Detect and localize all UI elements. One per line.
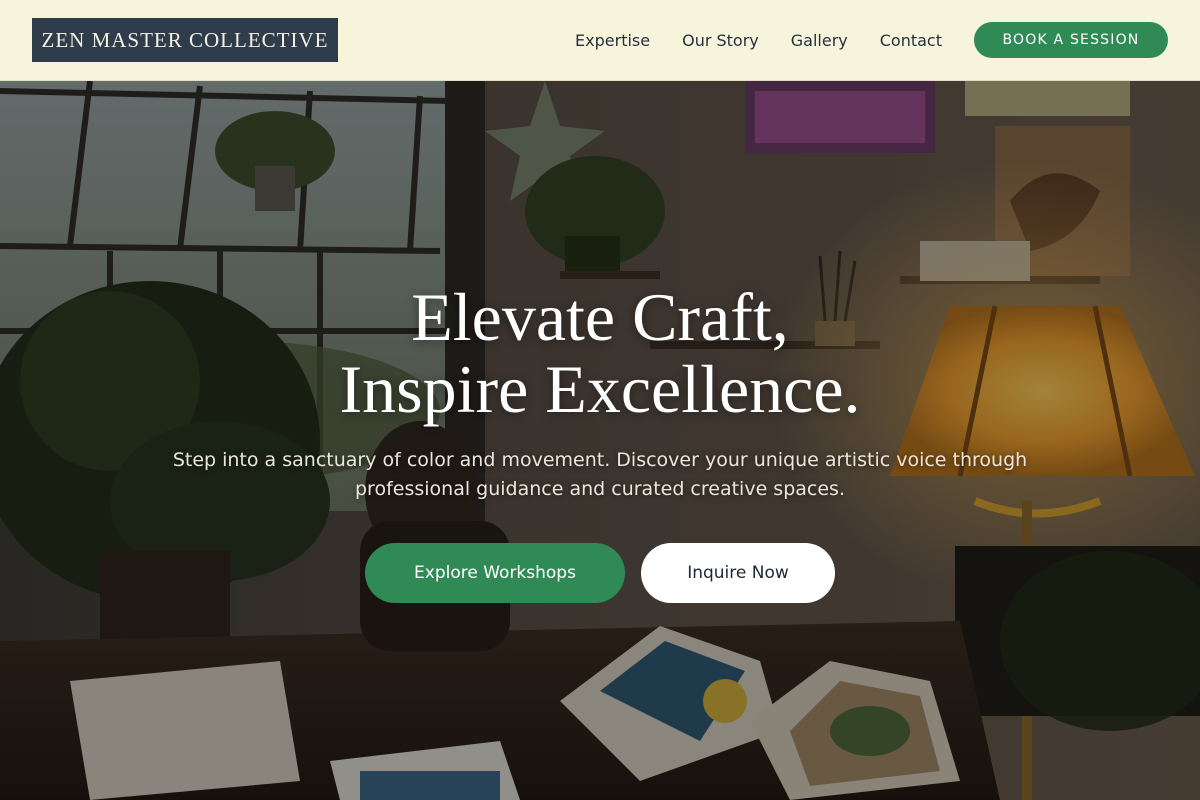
hero-title-line-2: Inspire Excellence. bbox=[339, 351, 861, 427]
hero-title-line-1: Elevate Craft, bbox=[411, 279, 789, 355]
main-nav: Expertise Our Story Gallery Contact BOOK… bbox=[575, 22, 1168, 58]
nav-link-contact[interactable]: Contact bbox=[880, 31, 942, 50]
brand-logo[interactable]: ZEN MASTER COLLECTIVE bbox=[32, 18, 338, 62]
hero-overlay bbox=[0, 81, 1200, 800]
book-session-button[interactable]: BOOK A SESSION bbox=[974, 22, 1168, 58]
hero-subtitle: Step into a sanctuary of color and movem… bbox=[172, 449, 1028, 500]
brand-name: ZEN MASTER COLLECTIVE bbox=[41, 27, 329, 52]
site-header: ZEN MASTER COLLECTIVE Expertise Our Stor… bbox=[0, 0, 1200, 81]
hero-section: Elevate Craft, Inspire Excellence. Step … bbox=[0, 81, 1200, 800]
nav-link-expertise[interactable]: Expertise bbox=[575, 31, 650, 50]
nav-link-gallery[interactable]: Gallery bbox=[791, 31, 848, 50]
nav-link-our-story[interactable]: Our Story bbox=[682, 31, 759, 50]
explore-workshops-button[interactable]: Explore Workshops bbox=[365, 543, 625, 603]
hero-title: Elevate Craft, Inspire Excellence. bbox=[0, 281, 1200, 425]
inquire-now-button[interactable]: Inquire Now bbox=[641, 543, 835, 603]
